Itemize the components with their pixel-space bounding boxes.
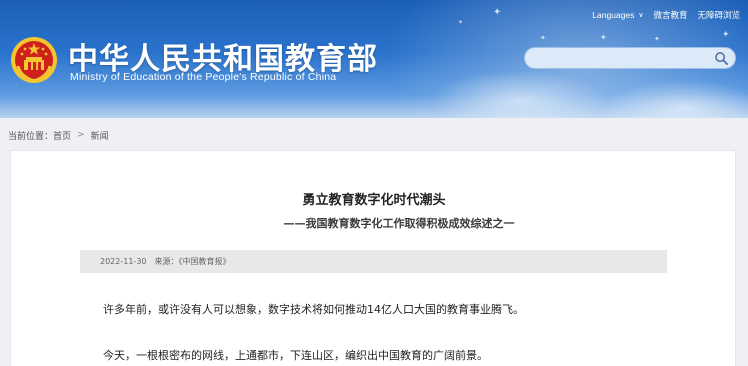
search-box — [524, 47, 736, 69]
article-meta-bar: 2022-11-30 来源：《中国教育报》 — [80, 250, 667, 273]
site-header: ✦ ✦ ✦ ✦ ✦ ✦ 中华人民共和国教育部 Ministry of Educa… — [0, 0, 748, 118]
site-title-en: Ministry of Education of the People's Re… — [70, 71, 337, 83]
article-title: 勇立教育数字化时代潮头 — [302, 193, 446, 208]
breadcrumb-separator: > — [77, 130, 85, 140]
header-star: ✦ — [654, 35, 660, 43]
breadcrumb-home-link[interactable]: 首页 — [53, 129, 71, 142]
header-star: ✦ — [493, 7, 502, 18]
chevron-down-icon: ∨ — [638, 12, 644, 19]
header-star: ✦ — [540, 34, 546, 42]
languages-dropdown[interactable]: Languages ∨ — [592, 10, 643, 20]
top-links: Languages ∨ 微言教育 无障碍浏览 — [592, 8, 740, 22]
breadcrumb: 当前位置： 首页 > 新闻 — [8, 129, 109, 142]
article-subtitle: ——我国教育数字化工作取得积极成效综述之一 — [283, 217, 515, 230]
wechat-link[interactable]: 微言教育 — [653, 9, 687, 21]
header-star: ✦ — [600, 33, 607, 42]
accessibility-link[interactable]: 无障碍浏览 — [697, 9, 740, 21]
breadcrumb-prefix: 当前位置： — [8, 131, 54, 142]
national-emblem-icon — [11, 37, 57, 83]
search-input[interactable] — [535, 51, 705, 66]
article-paragraph: 今天，一根根密布的网线，上通都市，下连山区，编织出中国教育的广阔前景。 — [103, 349, 488, 362]
languages-label: Languages — [592, 10, 635, 20]
header-star: ✦ — [722, 30, 730, 40]
article-source: 来源：《中国教育报》 — [154, 257, 231, 266]
article-date: 2022-11-30 — [100, 257, 147, 266]
breadcrumb-news-link[interactable]: 新闻 — [91, 129, 109, 142]
search-icon[interactable] — [714, 51, 729, 66]
header-star: ✦ — [458, 19, 464, 26]
article-paragraph: 许多年前，或许没有人可以想象，数字技术将如何推动14亿人口大国的教育事业腾飞。 — [103, 303, 524, 316]
